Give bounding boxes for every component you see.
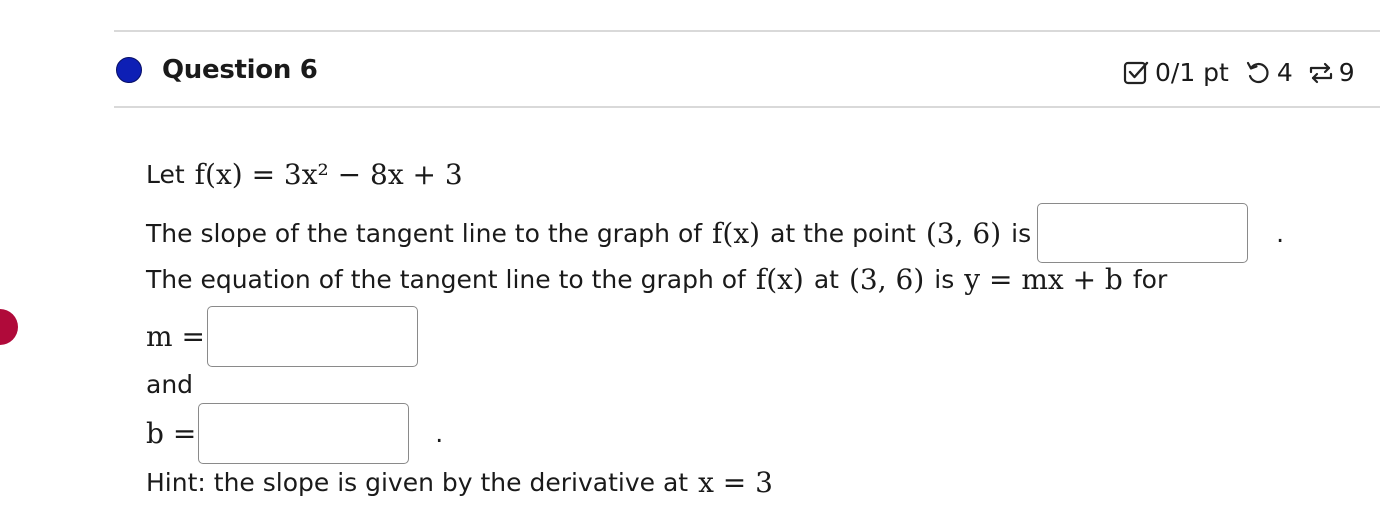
slope-period: . (1276, 218, 1285, 248)
question-title: Question 6 (162, 55, 318, 85)
and-line: and (146, 370, 193, 399)
and-label: and (146, 370, 194, 399)
side-marker (0, 309, 18, 345)
m-label: m = (146, 320, 205, 353)
b-line: b = . (146, 403, 443, 464)
equation-function: f(x) (755, 263, 804, 296)
hint-math: x = 3 (698, 466, 773, 499)
b-answer-input[interactable] (198, 403, 410, 464)
header-divider (114, 106, 1380, 108)
equation-for: for (1132, 265, 1168, 294)
b-label: b = (146, 417, 197, 450)
equation-prefix: The equation of the tangent line to the … (146, 265, 746, 294)
slope-prefix: The slope of the tangent line to the gra… (146, 218, 703, 248)
slope-suffix: is (1011, 218, 1032, 248)
equation-at: at (813, 265, 839, 294)
b-period: . (435, 419, 444, 448)
function-definition: f(x) = 3x² − 8x + 3 (194, 158, 463, 191)
versions-count: 9 (1338, 58, 1355, 87)
slope-mid: at the point (770, 218, 916, 248)
score-text: 0/1 pt (1155, 58, 1229, 87)
versions-icon (1307, 60, 1335, 86)
m-line: m = (146, 306, 418, 367)
hint-line: Hint: the slope is given by the derivati… (146, 466, 773, 499)
equation-line: The equation of the tangent line to the … (146, 263, 1167, 296)
slope-point: (3, 6) (925, 216, 1002, 250)
slope-answer-input[interactable] (1037, 203, 1249, 263)
equation-point: (3, 6) (848, 263, 925, 296)
slope-function: f(x) (712, 216, 761, 250)
retry-icon (1245, 60, 1271, 86)
let-label: Let (146, 160, 185, 189)
checkbox-icon (1123, 60, 1149, 86)
equation-form: y = mx + b (964, 263, 1123, 296)
top-divider (114, 30, 1380, 32)
attempts-count: 4 (1276, 58, 1293, 87)
equation-is: is (934, 265, 955, 294)
m-answer-input[interactable] (206, 306, 418, 367)
question-status-icon (116, 57, 142, 83)
hint-text: Hint: the slope is given by the derivati… (146, 468, 689, 497)
score-panel: 0/1 pt 4 9 (1123, 58, 1355, 87)
function-line: Let f(x) = 3x² − 8x + 3 (146, 158, 463, 191)
slope-line: The slope of the tangent line to the gra… (146, 203, 1284, 263)
